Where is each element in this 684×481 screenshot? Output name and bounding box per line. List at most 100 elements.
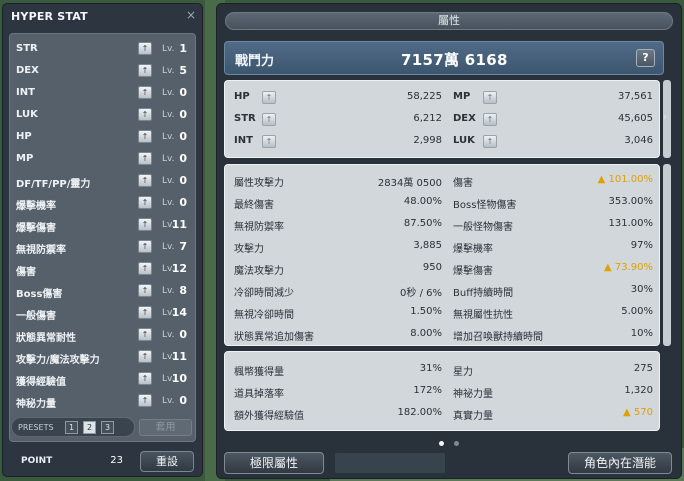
level-up-button[interactable]: ↑ [138, 42, 152, 55]
hyper-stat-name: STR [16, 43, 38, 54]
stat-row: STR ↑ 6,212 [234, 110, 442, 128]
preset-3-button[interactable]: 3 [101, 421, 114, 434]
stat-row: 魔法攻擊力 950 [234, 259, 442, 277]
hyper-stat-level: 7 [179, 240, 187, 253]
chevron-right-icon[interactable]: › [663, 112, 667, 123]
stat-value: 58,225 [407, 91, 442, 102]
stat-row: 爆擊機率 97% [453, 237, 653, 255]
stat-name: HP [234, 91, 250, 102]
stat-value: 30% [630, 284, 653, 295]
level-up-button[interactable]: ↑ [138, 174, 152, 187]
hyper-stat-name: HP [16, 131, 32, 142]
stat-up-button[interactable]: ↑ [483, 113, 497, 126]
hyper-stat-level: 0 [179, 174, 187, 187]
stat-value: 3,885 [413, 240, 442, 251]
hyper-stat-row: 爆擊機率 ↑ Lv. 0 [10, 192, 195, 214]
limit-attribute-button[interactable]: 極限屬性 [224, 452, 324, 474]
page-indicator [439, 431, 464, 450]
stat-row: 冷卻時間減少 0秒 / 6% [234, 281, 442, 299]
stat-value: 3,046 [624, 135, 653, 146]
hyper-stat-row: Boss傷害 ↑ Lv. 8 [10, 280, 195, 302]
detail-stats-scrollbar[interactable] [663, 164, 671, 346]
stat-up-button[interactable]: ↑ [483, 91, 497, 104]
stat-name: 道具掉落率 [234, 389, 284, 400]
level-up-button[interactable]: ↑ [138, 86, 152, 99]
level-up-button[interactable]: ↑ [138, 218, 152, 231]
hyper-stat-name: 無視防禦率 [16, 245, 66, 256]
level-up-button[interactable]: ↑ [138, 306, 152, 319]
hyper-stat-level: 0 [179, 108, 187, 121]
hyper-stat-name: 爆擊機率 [16, 201, 56, 212]
level-up-button[interactable]: ↑ [138, 328, 152, 341]
stat-up-button[interactable]: ↑ [262, 91, 276, 104]
stat-row: Buff持續時間 30% [453, 281, 653, 299]
hyper-stat-level: 11 [171, 218, 187, 231]
hyper-stat-name: DF/TF/PP/靈力 [16, 179, 91, 190]
level-up-button[interactable]: ↑ [138, 262, 152, 275]
stat-up-button[interactable]: ↑ [262, 135, 276, 148]
inner-ability-button[interactable]: 角色內在潛能 [568, 452, 672, 474]
stat-name: 無視冷卻時間 [234, 310, 294, 321]
stat-up-button[interactable]: ↑ [262, 113, 276, 126]
hyper-stat-level: 0 [179, 130, 187, 143]
reset-button[interactable]: 重設 [140, 451, 194, 472]
hyper-stat-name: 神秘力量 [16, 399, 56, 410]
stat-row: 無視冷卻時間 1.50% [234, 303, 442, 321]
stat-value: ▲ 101.00% [597, 174, 653, 185]
stat-name: 冷卻時間減少 [234, 288, 294, 299]
stat-row: 星力 275 [453, 360, 653, 378]
stat-value: 0秒 / 6% [400, 288, 442, 299]
level-up-button[interactable]: ↑ [138, 130, 152, 143]
stat-row: HP ↑ 58,225 [234, 88, 442, 106]
level-up-button[interactable]: ↑ [138, 196, 152, 209]
stat-row: 額外獲得經驗值 182.00% [234, 404, 442, 422]
point-value: 23 [110, 455, 123, 466]
stat-name: Buff持續時間 [453, 288, 514, 299]
apply-button[interactable]: 套用 [139, 419, 192, 436]
stat-value: 10% [630, 328, 653, 339]
hyper-stat-row: 傷害 ↑ Lv. 12 [10, 258, 195, 280]
level-up-button[interactable]: ↑ [138, 240, 152, 253]
level-up-button[interactable]: ↑ [138, 350, 152, 363]
stat-value: 131.00% [608, 218, 654, 229]
hyper-stat-name: MP [16, 153, 34, 164]
hyper-stat-level: 8 [179, 284, 187, 297]
stat-name: 楓幣獲得量 [234, 367, 284, 378]
stat-row: 無視屬性抗性 5.00% [453, 303, 653, 321]
level-up-button[interactable]: ↑ [138, 64, 152, 77]
hyper-stat-list: STR ↑ Lv. 1 DEX ↑ Lv. 5 INT ↑ Lv. 0 LUK ↑ Lv. 0 HP ↑ Lv. 0 M… [9, 33, 196, 442]
hyper-stat-level: 0 [179, 86, 187, 99]
level-up-button[interactable]: ↑ [138, 284, 152, 297]
level-up-button[interactable]: ↑ [138, 394, 152, 407]
preset-2-button[interactable]: 2 [83, 421, 96, 434]
hyper-stat-name: DEX [16, 65, 39, 76]
stat-row: 爆擊傷害 ▲ 73.90% [453, 259, 653, 277]
point-label: POINT [21, 456, 53, 466]
hyper-stat-row: STR ↑ Lv. 1 [10, 38, 195, 60]
preset-1-button[interactable]: 1 [65, 421, 78, 434]
hyper-stat-row: INT ↑ Lv. 0 [10, 82, 195, 104]
hyper-stat-name: LUK [16, 109, 38, 120]
page-dot-active[interactable] [439, 441, 444, 446]
attribute-title: 屬性 [225, 12, 673, 30]
stat-value: 87.50% [403, 218, 442, 229]
stat-name: STR [234, 113, 256, 124]
stat-value: 5.00% [621, 306, 653, 317]
level-up-button[interactable]: ↑ [138, 372, 152, 385]
hyper-stat-level: 1 [179, 42, 187, 55]
hyper-stat-name: 爆擊傷害 [16, 223, 56, 234]
close-icon[interactable]: × [186, 8, 196, 22]
stat-name: 最終傷害 [234, 200, 274, 211]
stat-value: ▲ 73.90% [604, 262, 653, 273]
stat-up-button[interactable]: ↑ [483, 135, 497, 148]
level-up-button[interactable]: ↑ [138, 108, 152, 121]
stat-name: 狀態異常追加傷害 [234, 332, 314, 343]
stat-row: 攻擊力 3,885 [234, 237, 442, 255]
stat-name: LUK [453, 135, 475, 146]
hyper-stat-level: 14 [171, 306, 187, 319]
page-dot[interactable] [454, 441, 460, 446]
level-up-button[interactable]: ↑ [138, 152, 152, 165]
help-button[interactable]: ? [636, 49, 655, 67]
stat-value: 8.00% [410, 328, 442, 339]
hyper-stat-name: 攻擊力/魔法攻擊力 [16, 355, 100, 366]
